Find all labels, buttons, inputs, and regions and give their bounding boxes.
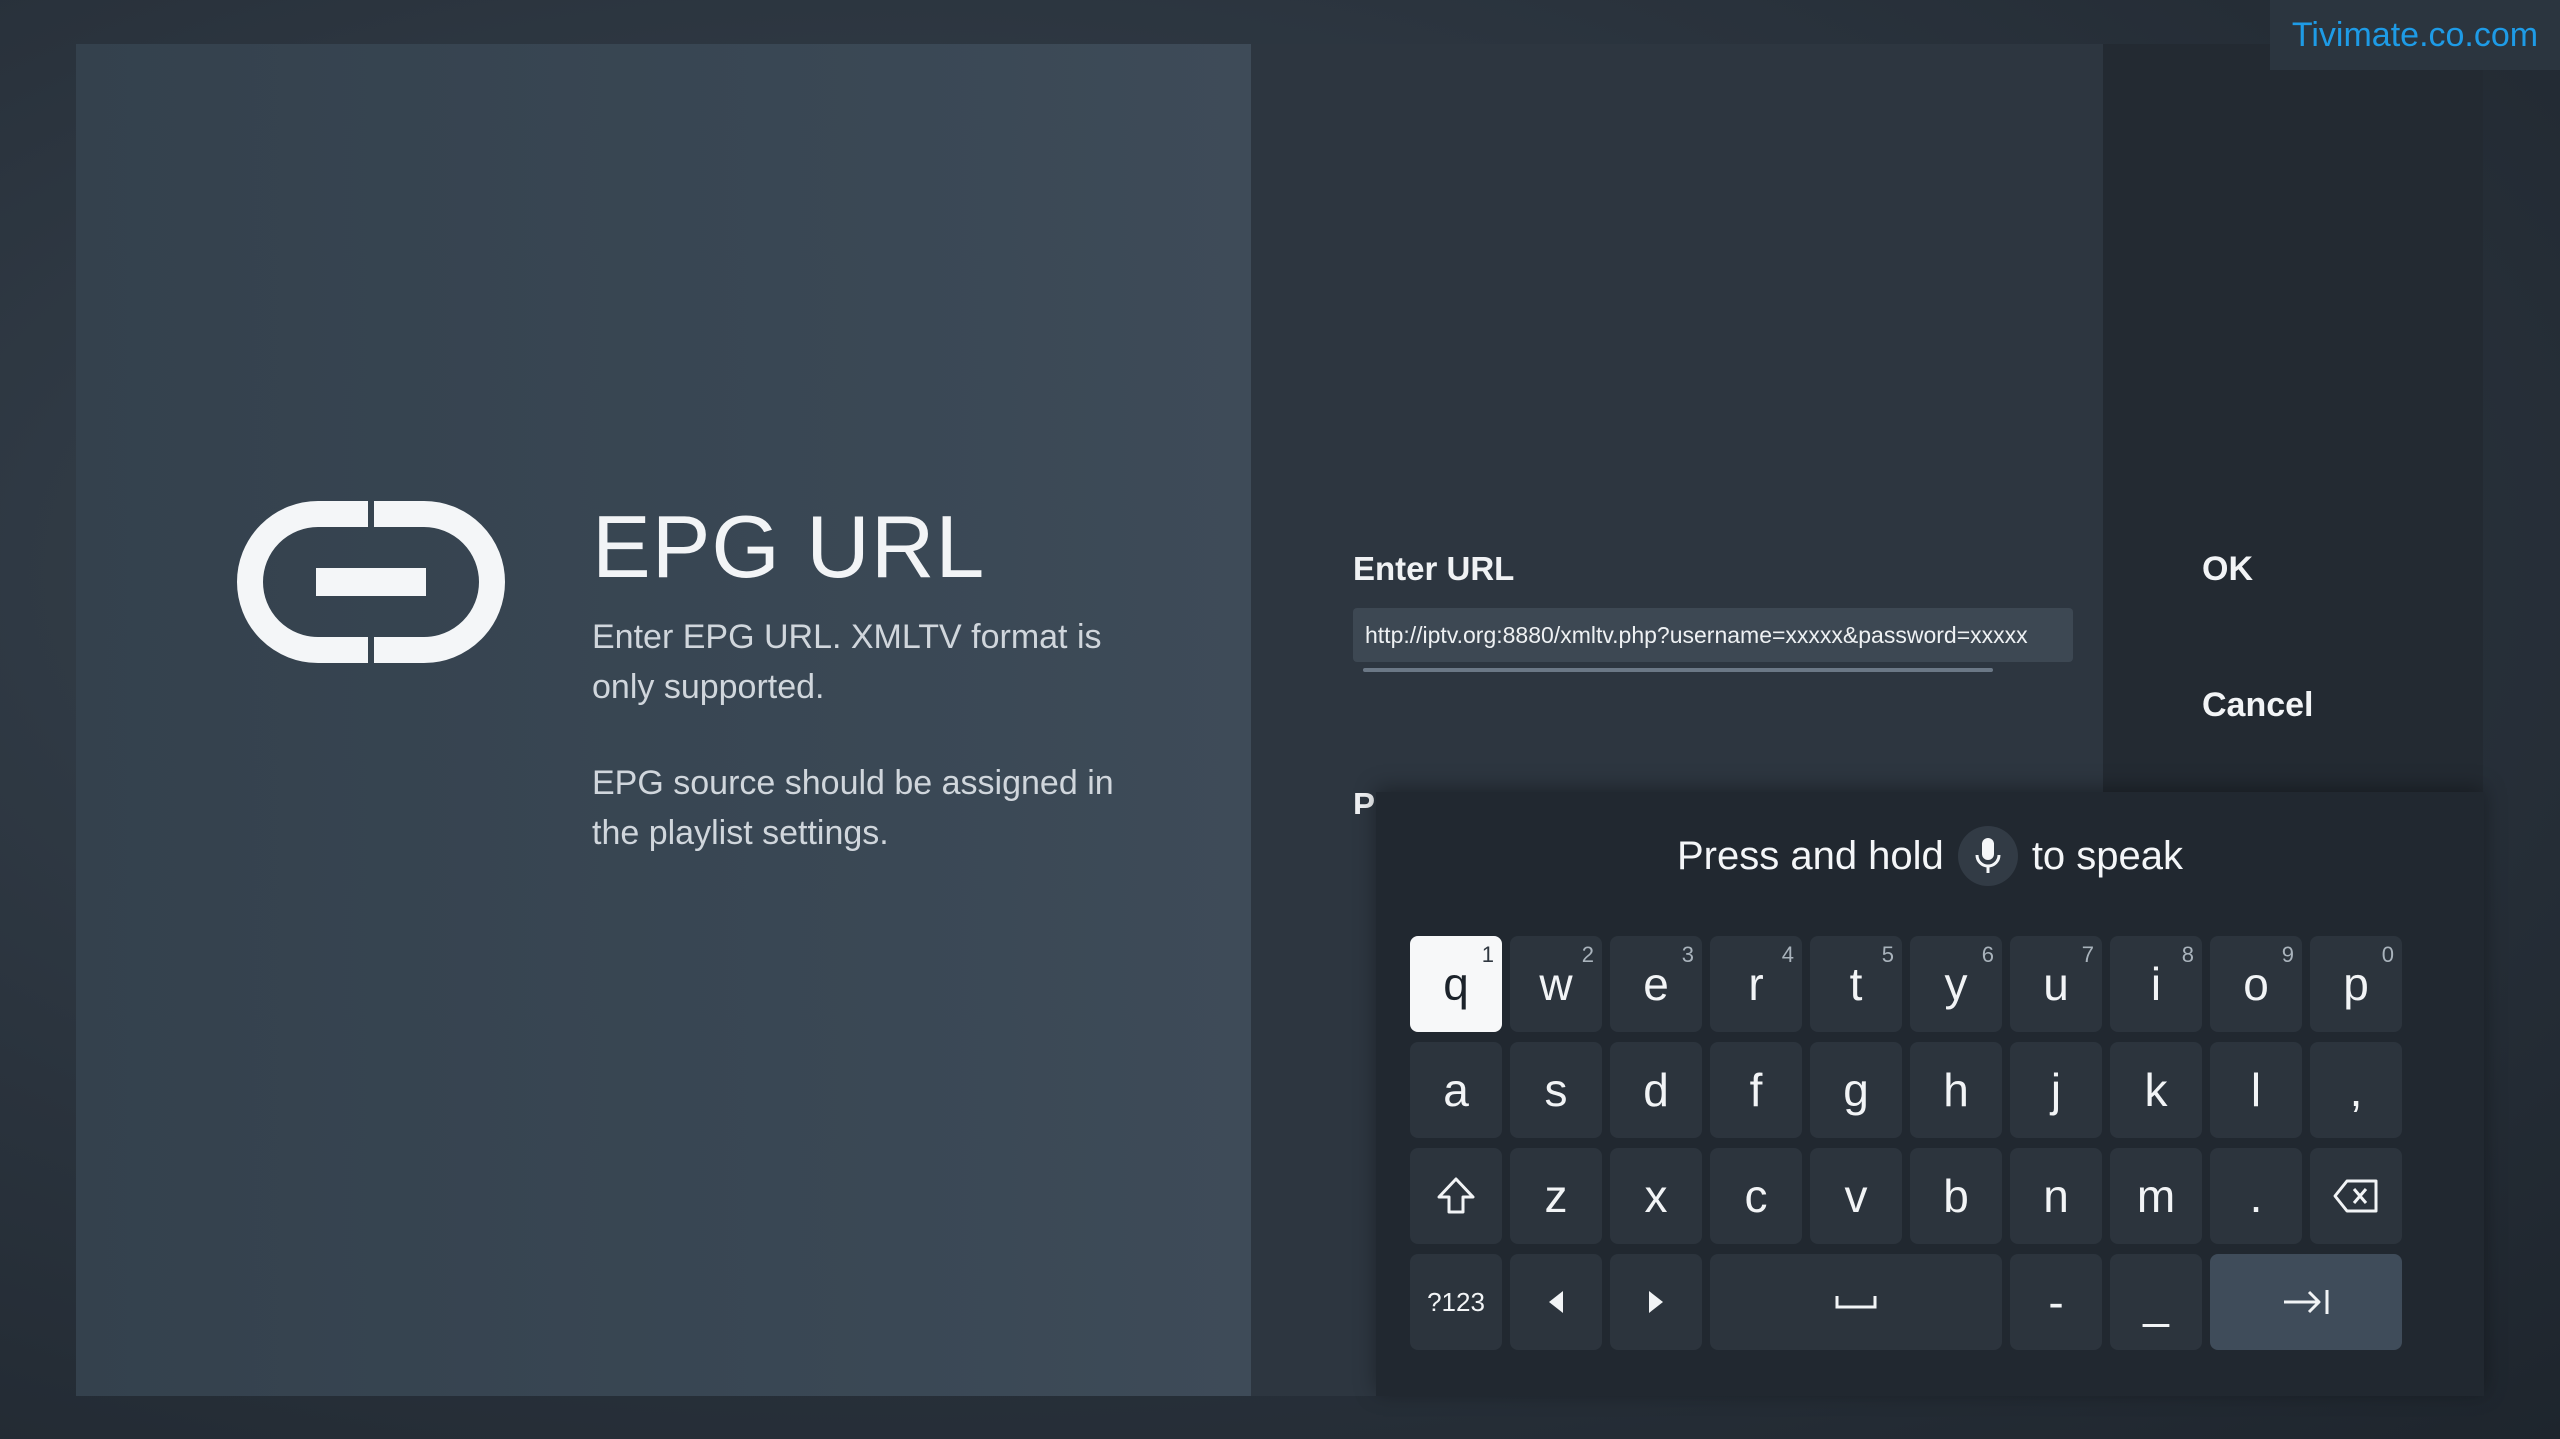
key-a[interactable]: a bbox=[1410, 1042, 1502, 1138]
key-hint: 0 bbox=[2381, 942, 2394, 967]
key-label: o bbox=[2243, 958, 2269, 1010]
arrow-left-icon bbox=[1549, 1291, 1563, 1313]
key-i[interactable]: i8 bbox=[2110, 936, 2202, 1032]
key-y[interactable]: y6 bbox=[1910, 936, 2002, 1032]
key-c[interactable]: c bbox=[1710, 1148, 1802, 1244]
key-hint: 8 bbox=[2181, 942, 2194, 967]
voice-hint-before: Press and hold bbox=[1676, 833, 1944, 878]
tab-arrow-icon bbox=[2284, 1290, 2329, 1314]
key-m[interactable]: m bbox=[2110, 1148, 2202, 1244]
shift-key[interactable] bbox=[1410, 1148, 1502, 1244]
space-key[interactable] bbox=[1710, 1254, 2002, 1350]
key-k[interactable]: k bbox=[2110, 1042, 2202, 1138]
url-field-label: Enter URL bbox=[1353, 550, 1515, 587]
on-screen-keyboard: Press and hold to speak q1 w2 e3 r4 t5 y… bbox=[1376, 792, 2484, 1396]
key-hint: 7 bbox=[2081, 942, 2094, 967]
key-hint: 2 bbox=[1581, 942, 1594, 967]
key-label: u bbox=[2043, 958, 2069, 1010]
info-panel bbox=[76, 44, 1251, 1396]
key-w[interactable]: w2 bbox=[1510, 936, 1602, 1032]
key-l[interactable]: l bbox=[2210, 1042, 2302, 1138]
key-r[interactable]: r4 bbox=[1710, 936, 1802, 1032]
shift-icon bbox=[1437, 1177, 1475, 1214]
symbols-key[interactable]: ?123 bbox=[1410, 1254, 1502, 1350]
key-n[interactable]: n bbox=[2010, 1148, 2102, 1244]
key-z[interactable]: z bbox=[1510, 1148, 1602, 1244]
enter-key[interactable] bbox=[2210, 1254, 2402, 1350]
backspace-key[interactable] bbox=[2310, 1148, 2402, 1244]
key-label: y bbox=[1944, 958, 1968, 1010]
key-q[interactable]: q1 bbox=[1410, 936, 1502, 1032]
cursor-left-key[interactable] bbox=[1510, 1254, 1602, 1350]
key-label: r bbox=[1748, 958, 1764, 1010]
key-hint: 5 bbox=[1881, 942, 1894, 967]
key-hint: 9 bbox=[2281, 942, 2294, 967]
cancel-button[interactable]: Cancel bbox=[2202, 686, 2314, 725]
screen: EPG URL Enter EPG URL. XMLTV format is o… bbox=[0, 0, 2560, 1439]
key-f[interactable]: f bbox=[1710, 1042, 1802, 1138]
key-d[interactable]: d bbox=[1610, 1042, 1702, 1138]
key-x[interactable]: x bbox=[1610, 1148, 1702, 1244]
key-hint: 1 bbox=[1481, 942, 1494, 967]
key-hint: 6 bbox=[1981, 942, 1994, 967]
key-label: e bbox=[1643, 958, 1669, 1010]
key-label: i bbox=[2150, 958, 2162, 1010]
description-format: Enter EPG URL. XMLTV format is only supp… bbox=[592, 618, 1102, 706]
key-e[interactable]: e3 bbox=[1610, 936, 1702, 1032]
space-icon bbox=[1835, 1296, 1877, 1309]
voice-hint-after: to speak bbox=[2031, 833, 2184, 878]
page-title: EPG URL bbox=[592, 497, 986, 596]
cursor-right-key[interactable] bbox=[1610, 1254, 1702, 1350]
mic-icon[interactable] bbox=[1957, 826, 2018, 886]
key-label: t bbox=[1849, 958, 1863, 1010]
ok-button[interactable]: OK bbox=[2202, 550, 2253, 589]
key-v[interactable]: v bbox=[1810, 1148, 1902, 1244]
key-s[interactable]: s bbox=[1510, 1042, 1602, 1138]
key-g[interactable]: g bbox=[1810, 1042, 1902, 1138]
info-panel-edge bbox=[1211, 44, 1251, 1396]
key-underscore[interactable]: _ bbox=[2110, 1254, 2202, 1350]
key-comma[interactable]: , bbox=[2310, 1042, 2402, 1138]
key-period[interactable]: . bbox=[2210, 1148, 2302, 1244]
key-label: p bbox=[2343, 958, 2369, 1010]
key-label: q bbox=[1443, 958, 1469, 1010]
url-input-underline bbox=[1363, 668, 1993, 672]
watermark: Tivimate.co.com bbox=[2270, 0, 2560, 70]
key-p[interactable]: p0 bbox=[2310, 936, 2402, 1032]
key-label: w bbox=[1539, 958, 1573, 1010]
key-u[interactable]: u7 bbox=[2010, 936, 2102, 1032]
key-hint: 3 bbox=[1681, 942, 1694, 967]
backspace-icon bbox=[2333, 1179, 2378, 1213]
url-input[interactable] bbox=[1353, 608, 2073, 662]
key-b[interactable]: b bbox=[1910, 1148, 2002, 1244]
key-h[interactable]: h bbox=[1910, 1042, 2002, 1138]
voice-hint: Press and hold to speak bbox=[1376, 826, 2484, 886]
link-icon bbox=[237, 501, 505, 663]
key-t[interactable]: t5 bbox=[1810, 936, 1902, 1032]
key-j[interactable]: j bbox=[2010, 1042, 2102, 1138]
key-dash[interactable]: - bbox=[2010, 1254, 2102, 1350]
key-hint: 4 bbox=[1781, 942, 1794, 967]
description-assignment: EPG source should be assigned in the pla… bbox=[592, 764, 1114, 852]
arrow-right-icon bbox=[1649, 1291, 1663, 1313]
key-o[interactable]: o9 bbox=[2210, 936, 2302, 1032]
